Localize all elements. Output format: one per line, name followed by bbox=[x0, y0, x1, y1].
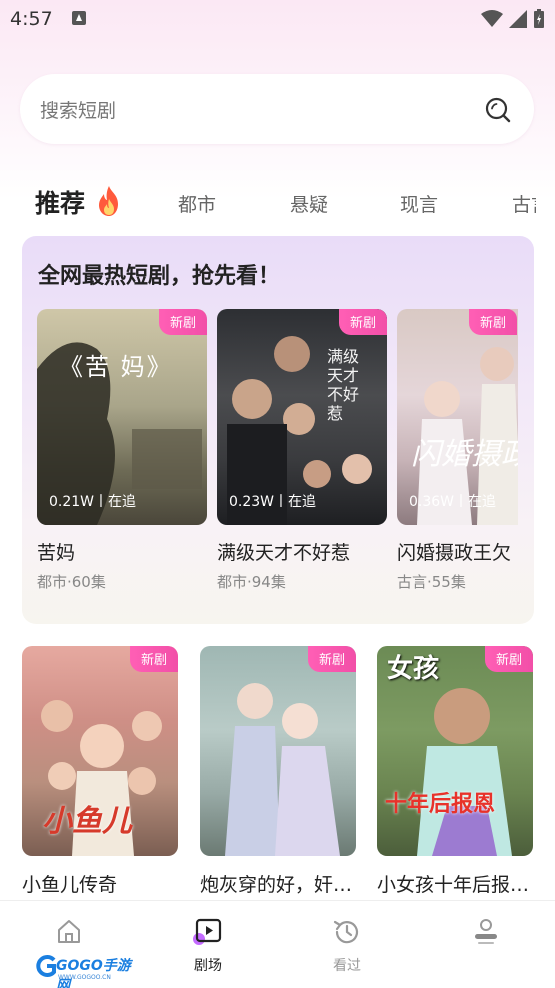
drama-poster[interactable]: 《苦 妈》 新剧 0.21W丨在追 bbox=[37, 309, 207, 525]
search-input[interactable]: 搜索短剧 bbox=[40, 96, 116, 123]
drama-title[interactable]: 小女孩十年后报… bbox=[377, 870, 533, 897]
watermark-url: WWW.GOGOO.CN bbox=[58, 974, 111, 981]
new-badge: 新剧 bbox=[307, 646, 356, 672]
new-badge: 新剧 bbox=[338, 309, 387, 335]
tab-urban[interactable]: 都市 bbox=[178, 190, 216, 217]
nav-home[interactable] bbox=[29, 917, 109, 949]
drama-card[interactable]: 小鱼儿 新剧 小鱼儿传奇 bbox=[22, 646, 178, 897]
notification-icon bbox=[72, 11, 86, 25]
status-icons bbox=[481, 9, 545, 29]
drama-meta: 都市·60集 bbox=[37, 573, 106, 591]
new-badge: 新剧 bbox=[468, 309, 517, 335]
profile-icon bbox=[475, 919, 497, 944]
battery-icon bbox=[534, 9, 544, 28]
follow-stats: 0.21W丨在追 bbox=[49, 494, 137, 510]
watermark-logo: GOGO手游网 WWW.GOGOO.CN bbox=[36, 952, 144, 988]
watermark-logo-icon bbox=[36, 955, 56, 977]
drama-card[interactable]: 新剧 炮灰穿的好，奸… bbox=[200, 646, 356, 897]
tab-mystery[interactable]: 悬疑 bbox=[290, 190, 328, 217]
category-tabs: 推荐 都市 悬疑 现言 古言 bbox=[0, 180, 555, 228]
drama-title[interactable]: 苦妈 bbox=[37, 538, 207, 565]
poster-title-art: 闪婚摄政 bbox=[411, 437, 518, 472]
poster-title-art: 女孩 bbox=[387, 654, 440, 684]
search-bar[interactable]: 搜索短剧 bbox=[20, 74, 534, 144]
drama-card[interactable]: 满级天才不好惹 新剧 0.23W丨在追 满级天才不好惹 都市·94集 bbox=[217, 309, 387, 592]
drama-poster[interactable]: 女孩 十年后报恩 新剧 bbox=[377, 646, 533, 856]
watermark-text: GOGO手游网 bbox=[56, 958, 131, 988]
nav-theater-label: 剧场 bbox=[194, 958, 222, 974]
new-badge: 新剧 bbox=[129, 646, 178, 672]
poster-title-art: 小鱼儿 bbox=[42, 804, 132, 839]
drama-card[interactable]: 《苦 妈》 新剧 0.21W丨在追 苦妈 都市·60集 bbox=[37, 309, 207, 592]
hot-section: 全网最热短剧，抢先看！ 《苦 妈》 新剧 0.21W丨在追 苦妈 都市·60集 bbox=[22, 236, 534, 624]
follow-stats: 0.36W丨在追 bbox=[409, 494, 497, 510]
flame-icon bbox=[99, 186, 118, 216]
play-icon bbox=[193, 918, 222, 945]
drama-title[interactable]: 满级天才不好惹 bbox=[217, 538, 387, 565]
new-badge: 新剧 bbox=[484, 646, 533, 672]
drama-title[interactable]: 小鱼儿传奇 bbox=[22, 870, 178, 897]
drama-poster[interactable]: 新剧 bbox=[200, 646, 356, 856]
history-icon bbox=[333, 920, 359, 944]
drama-meta: 古言·55集 bbox=[397, 573, 466, 591]
drama-card[interactable]: 女孩 十年后报恩 新剧 小女孩十年后报… bbox=[377, 646, 533, 897]
search-icon[interactable] bbox=[484, 96, 512, 124]
cast-image bbox=[225, 683, 340, 856]
drama-poster[interactable]: 满级天才不好惹 新剧 0.23W丨在追 bbox=[217, 309, 387, 525]
follow-stats: 0.23W丨在追 bbox=[229, 494, 317, 510]
poster-title-art: 《苦 妈》 bbox=[59, 353, 173, 381]
status-bar: 4:57 bbox=[0, 0, 555, 38]
nav-history-label: 看过 bbox=[333, 958, 361, 974]
tab-recommend[interactable]: 推荐 bbox=[35, 184, 85, 220]
drama-poster[interactable]: 闪婚摄政 新剧 0.36W丨在追 bbox=[397, 309, 518, 525]
drama-meta: 都市·94集 bbox=[217, 573, 286, 591]
signal-icon bbox=[509, 10, 527, 28]
home-icon bbox=[58, 920, 80, 943]
poster-title-art: 满级天才不好惹 bbox=[327, 347, 360, 423]
poster-title-art: 十年后报恩 bbox=[385, 791, 496, 817]
nav-history[interactable]: 看过 bbox=[307, 917, 387, 975]
drama-poster[interactable]: 小鱼儿 新剧 bbox=[22, 646, 178, 856]
tab-modern-romance[interactable]: 现言 bbox=[400, 190, 438, 217]
status-time: 4:57 bbox=[10, 8, 53, 30]
wifi-icon bbox=[481, 10, 503, 27]
drama-title[interactable]: 闪婚摄政王欠 bbox=[397, 538, 518, 565]
tab-ancient-romance[interactable]: 古言 bbox=[512, 190, 536, 217]
drama-title[interactable]: 炮灰穿的好，奸… bbox=[200, 870, 356, 897]
new-badge: 新剧 bbox=[158, 309, 207, 335]
drama-card[interactable]: 闪婚摄政 新剧 0.36W丨在追 闪婚摄政王欠 古言·55集 bbox=[397, 309, 518, 592]
nav-theater[interactable]: 剧场 bbox=[168, 917, 248, 975]
nav-profile[interactable] bbox=[446, 917, 526, 951]
hot-section-title: 全网最热短剧，抢先看！ bbox=[38, 264, 281, 289]
